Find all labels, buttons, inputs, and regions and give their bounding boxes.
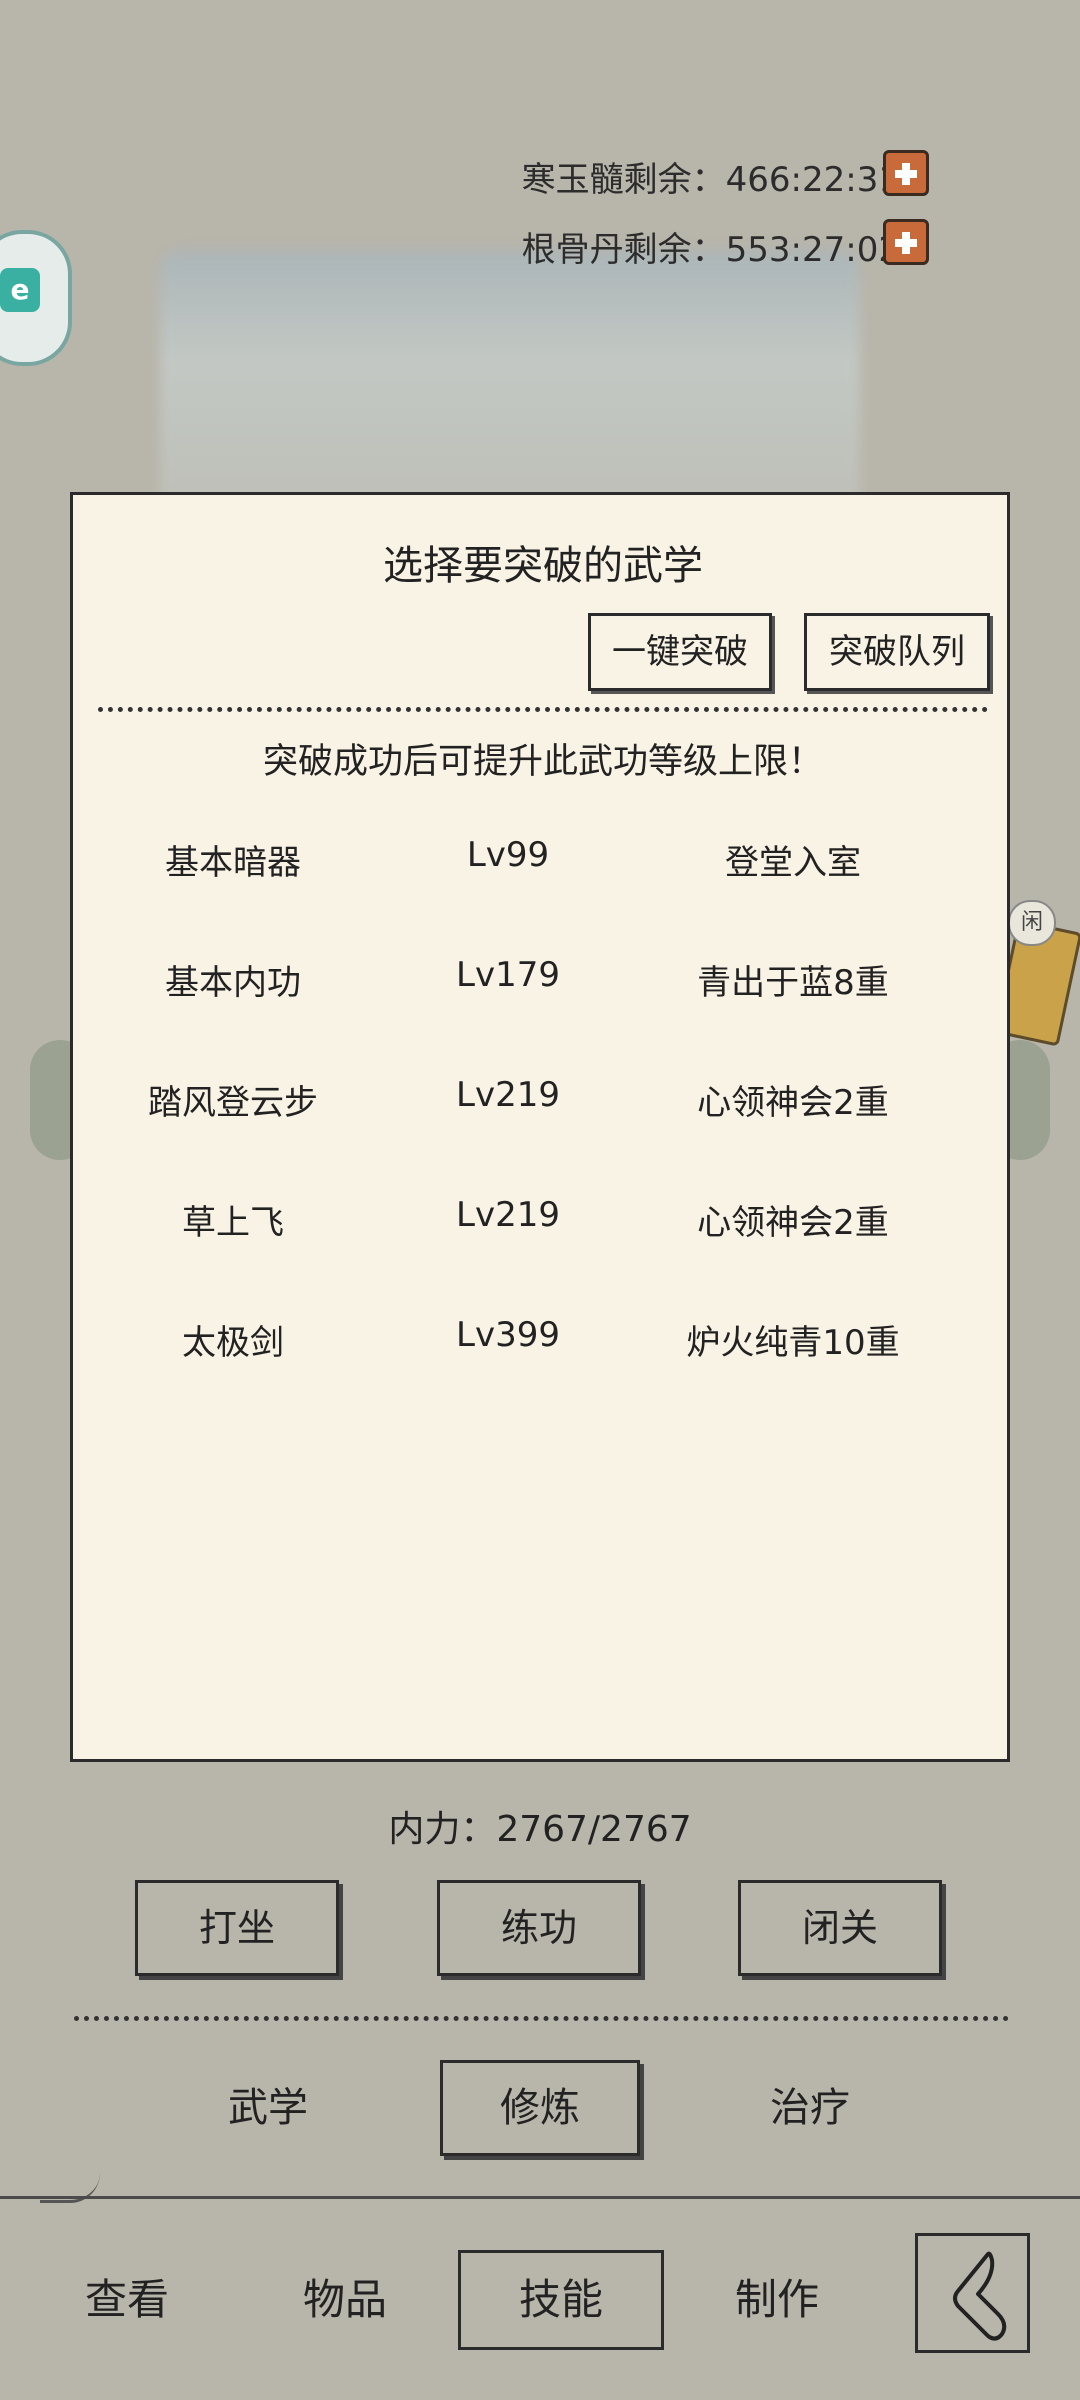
background-scenery <box>160 250 860 530</box>
breakthrough-queue-button[interactable]: 突破队列 <box>804 613 990 691</box>
skill-name: 草上飞 <box>182 1203 284 1243</box>
subtab-wuxue[interactable]: 武学 <box>168 2060 368 2156</box>
back-icon <box>953 2251 1007 2341</box>
skill-name: 太极剑 <box>182 1323 284 1363</box>
skill-row[interactable]: 基本暗器 Lv99 登堂入室 <box>73 835 1013 915</box>
dazuo-button[interactable]: 打坐 <box>135 1880 339 1976</box>
dialog-title: 选择要突破的武学 <box>383 543 703 589</box>
dialog-hint: 突破成功后可提升此武功等级上限！ <box>262 742 823 782</box>
skill-name: 踏风登云步 <box>148 1083 318 1123</box>
back-button[interactable] <box>915 2233 1030 2353</box>
floating-app-icon-letter: e <box>0 268 40 312</box>
skill-rank: 青出于蓝8重 <box>697 963 889 1003</box>
one-key-breakthrough-button[interactable]: 一键突破 <box>588 613 772 691</box>
plus-icon[interactable] <box>883 150 929 196</box>
skill-rank: 心领神会2重 <box>697 1083 889 1123</box>
hanyusui-timer: 寒玉髓剩余：466:22:31 <box>521 160 900 200</box>
subtab-zhiliao[interactable]: 治疗 <box>710 2060 910 2156</box>
side-status-chip[interactable]: 闲 <box>1008 900 1056 946</box>
skill-level: Lv179 <box>456 955 560 995</box>
skill-row[interactable]: 太极剑 Lv399 炉火纯青10重 <box>73 1315 1013 1395</box>
skill-rank: 心领神会2重 <box>697 1203 889 1243</box>
nav-tab-jineng[interactable]: 技能 <box>458 2250 664 2350</box>
skill-row[interactable]: 基本内功 Lv179 青出于蓝8重 <box>73 955 1013 1035</box>
skill-rank: 炉火纯青10重 <box>686 1323 900 1363</box>
nav-tab-zhizuo[interactable]: 制作 <box>702 2250 852 2350</box>
breakthrough-dialog: 选择要突破的武学 一键突破 突破队列 突破成功后可提升此武功等级上限！ 基本暗器… <box>70 492 1010 1762</box>
gengudan-timer: 根骨丹剩余：553:27:02 <box>521 230 900 270</box>
nav-divider <box>0 2196 1080 2199</box>
skill-level: Lv99 <box>466 835 550 875</box>
subtab-xiulian[interactable]: 修炼 <box>440 2060 640 2156</box>
skill-row[interactable]: 草上飞 Lv219 心领神会2重 <box>73 1195 1013 1275</box>
biguan-button[interactable]: 闭关 <box>738 1880 942 1976</box>
plus-icon[interactable] <box>883 219 929 265</box>
neili-value: 内力：2767/2767 <box>388 1809 692 1850</box>
skill-level: Lv399 <box>456 1315 560 1355</box>
skill-name: 基本内功 <box>165 963 301 1003</box>
liangong-button[interactable]: 练功 <box>437 1880 641 1976</box>
divider <box>74 2016 1009 2021</box>
skill-level: Lv219 <box>456 1075 560 1115</box>
nav-tab-wupin[interactable]: 物品 <box>270 2250 420 2350</box>
skill-row[interactable]: 踏风登云步 Lv219 心领神会2重 <box>73 1075 1013 1155</box>
skill-level: Lv219 <box>456 1195 560 1235</box>
skill-name: 基本暗器 <box>165 843 301 883</box>
divider <box>98 707 988 712</box>
nav-tab-chakan[interactable]: 查看 <box>52 2250 202 2350</box>
skill-rank: 登堂入室 <box>725 843 861 883</box>
